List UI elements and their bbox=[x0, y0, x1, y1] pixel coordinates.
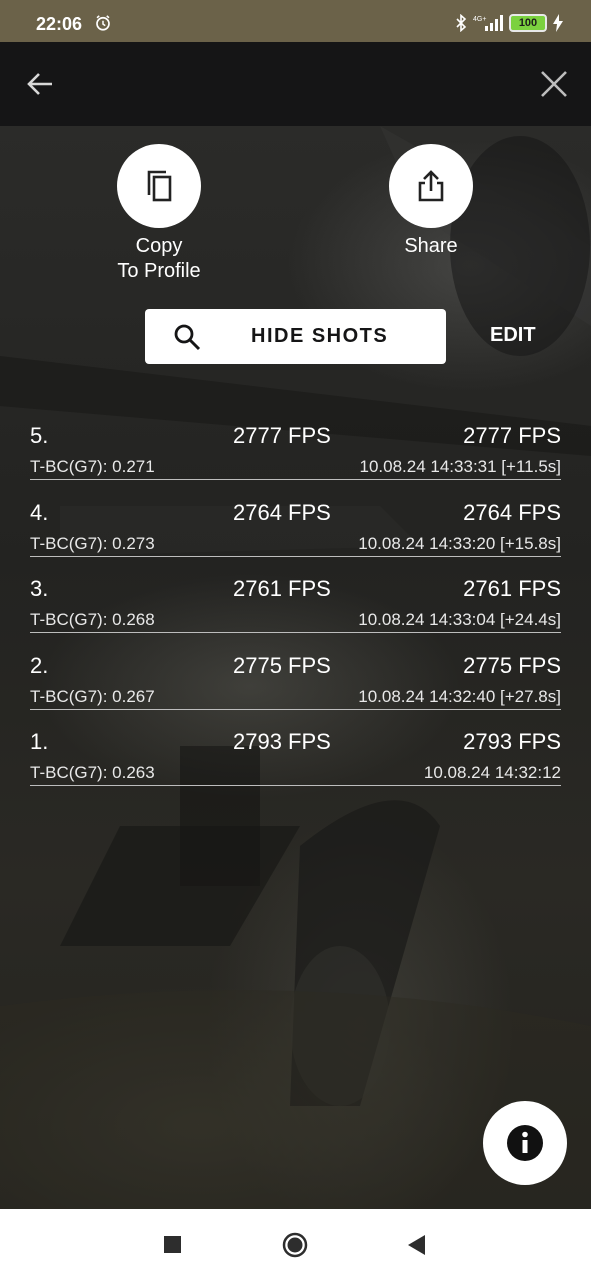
edit-button[interactable]: EDIT bbox=[490, 324, 536, 347]
hide-shots-button[interactable]: HIDE SHOTS bbox=[145, 309, 446, 364]
shot-bc: T-BC(G7): 0.267 bbox=[30, 686, 155, 706]
shot-speed: 2764 FPS bbox=[233, 499, 331, 525]
shot-speed-secondary: 2764 FPS bbox=[463, 499, 561, 525]
row-divider bbox=[30, 632, 561, 633]
shot-speed: 2777 FPS bbox=[233, 423, 331, 448]
copy-label-line2: To Profile bbox=[117, 260, 201, 282]
status-time: 22:06 bbox=[36, 14, 83, 34]
share-action[interactable]: Share bbox=[341, 144, 521, 259]
shot-row[interactable]: 5. 2777 FPS 2777 FPS T-BC(G7): 0.271 10.… bbox=[30, 416, 561, 493]
close-icon[interactable] bbox=[539, 69, 569, 99]
shot-row[interactable]: 4. 2764 FPS 2764 FPS T-BC(G7): 0.273 10.… bbox=[30, 493, 561, 570]
shot-row[interactable]: 3. 2761 FPS 2761 FPS T-BC(G7): 0.268 10.… bbox=[30, 569, 561, 646]
status-bar: 22:06 4G+ 100 bbox=[0, 0, 591, 42]
row-divider bbox=[30, 785, 561, 786]
shot-speed: 2793 FPS bbox=[233, 729, 331, 754]
shot-time: 10.08.24 14:32:12 bbox=[423, 763, 561, 782]
shot-bc: T-BC(G7): 0.273 bbox=[30, 533, 155, 553]
hide-shots-label: HIDE SHOTS bbox=[251, 325, 389, 347]
copy-label: Copy To Profile bbox=[69, 234, 249, 284]
app-bar bbox=[0, 42, 591, 126]
search-icon bbox=[174, 324, 201, 351]
shot-bc: T-BC(G7): 0.268 bbox=[30, 610, 155, 629]
info-button[interactable] bbox=[483, 1101, 567, 1185]
shot-number: 2. bbox=[30, 652, 49, 678]
info-icon bbox=[507, 1125, 543, 1161]
content-area: Copy To Profile Share HIDE SHOTS EDIT 5.… bbox=[0, 126, 591, 1209]
shot-speed-secondary: 2793 FPS bbox=[463, 729, 561, 754]
shot-speed: 2761 FPS bbox=[233, 576, 331, 601]
copy-button[interactable] bbox=[117, 144, 201, 228]
copy-to-profile-action[interactable]: Copy To Profile bbox=[69, 144, 249, 284]
shot-speed-secondary: 2761 FPS bbox=[463, 576, 561, 601]
signal-icon: 4G+ bbox=[473, 15, 503, 31]
shot-bc: T-BC(G7): 0.263 bbox=[30, 763, 155, 782]
shot-time: 10.08.24 14:33:04 [+24.4s] bbox=[358, 610, 561, 629]
svg-text:4G+: 4G+ bbox=[473, 16, 486, 23]
status-icons: 4G+ 100 bbox=[455, 14, 563, 32]
nav-back-icon[interactable] bbox=[406, 1234, 426, 1256]
recents-icon[interactable] bbox=[164, 1236, 181, 1253]
battery-icon: 100 bbox=[509, 14, 547, 32]
row-divider bbox=[30, 479, 561, 480]
charging-icon bbox=[553, 14, 563, 32]
home-icon[interactable] bbox=[282, 1232, 308, 1258]
copy-icon bbox=[147, 170, 172, 202]
shot-speed-secondary: 2777 FPS bbox=[463, 423, 561, 448]
shot-list-screen: 22:06 4G+ 100 Copy To Profile Share HIDE… bbox=[0, 0, 591, 1280]
shot-bc: T-BC(G7): 0.271 bbox=[30, 457, 155, 476]
shot-speed-secondary: 2775 FPS bbox=[463, 652, 561, 678]
shot-row[interactable]: 1. 2793 FPS 2793 FPS T-BC(G7): 0.263 10.… bbox=[30, 722, 561, 799]
shot-number: 4. bbox=[30, 499, 49, 525]
shot-row[interactable]: 2. 2775 FPS 2775 FPS T-BC(G7): 0.267 10.… bbox=[30, 646, 561, 723]
shot-list: 5. 2777 FPS 2777 FPS T-BC(G7): 0.271 10.… bbox=[30, 416, 561, 799]
shot-number: 3. bbox=[30, 576, 49, 601]
shot-number: 5. bbox=[30, 423, 49, 448]
shot-time: 10.08.24 14:33:20 [+15.8s] bbox=[358, 533, 561, 553]
alarm-icon bbox=[96, 15, 110, 31]
share-label: Share bbox=[404, 235, 458, 257]
share-button[interactable] bbox=[389, 144, 473, 228]
row-divider bbox=[30, 708, 561, 710]
shot-number: 1. bbox=[30, 729, 49, 754]
navigation-bar bbox=[0, 1209, 591, 1280]
copy-label-line1: Copy bbox=[135, 235, 183, 257]
bluetooth-icon bbox=[456, 14, 467, 32]
shot-time: 10.08.24 14:32:40 [+27.8s] bbox=[358, 686, 561, 706]
shot-time: 10.08.24 14:33:31 [+11.5s] bbox=[359, 457, 562, 476]
share-icon bbox=[418, 170, 444, 202]
shot-speed: 2775 FPS bbox=[233, 652, 331, 678]
back-arrow-icon[interactable] bbox=[26, 70, 54, 98]
row-divider bbox=[30, 555, 561, 557]
